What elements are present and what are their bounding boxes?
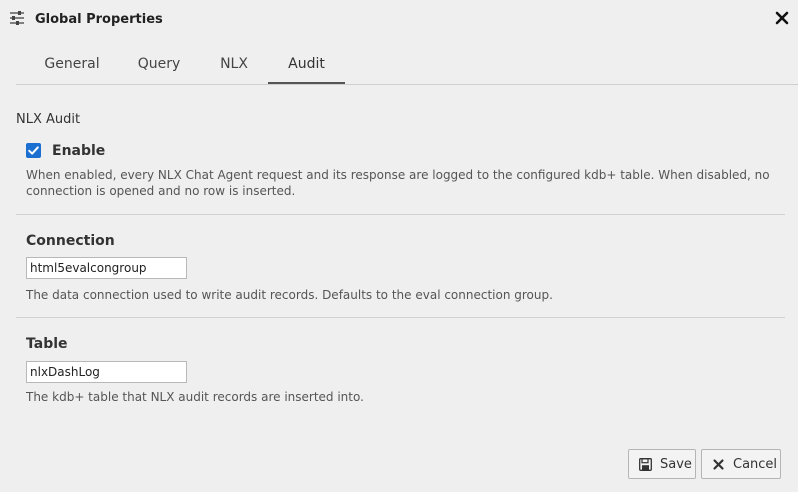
- table-input[interactable]: [26, 361, 187, 383]
- connection-label: Connection: [26, 233, 115, 249]
- save-button-label: Save: [660, 457, 692, 472]
- tab-bar: General Query NLX Audit: [16, 45, 798, 85]
- tab-audit[interactable]: Audit: [268, 45, 345, 84]
- dialog-title: Global Properties: [35, 12, 163, 27]
- dialog-titlebar: Global Properties: [0, 0, 798, 40]
- tab-query[interactable]: Query: [128, 45, 190, 84]
- table-description: The kdb+ table that NLX audit records ar…: [26, 390, 364, 404]
- global-properties-dialog: Global Properties General Query NLX Audi…: [0, 0, 798, 492]
- connection-input[interactable]: [26, 257, 187, 279]
- section-divider: [16, 214, 785, 215]
- enable-label[interactable]: Enable: [52, 143, 105, 159]
- enable-checkbox[interactable]: [26, 143, 41, 158]
- sliders-icon: [9, 10, 25, 25]
- section-heading: NLX Audit: [16, 112, 81, 127]
- connection-description: The data connection used to write audit …: [26, 288, 553, 302]
- cancel-button-label: Cancel: [733, 457, 778, 472]
- close-icon[interactable]: [774, 10, 790, 26]
- cancel-button[interactable]: Cancel: [701, 449, 781, 479]
- tab-bar-divider: [16, 84, 798, 85]
- section-divider: [16, 317, 785, 318]
- tab-general[interactable]: General: [16, 45, 128, 84]
- save-icon: [639, 458, 652, 471]
- tab-nlx[interactable]: NLX: [210, 45, 258, 84]
- enable-description: When enabled, every NLX Chat Agent reque…: [26, 168, 770, 198]
- save-button[interactable]: Save: [628, 449, 696, 479]
- close-icon: [712, 458, 725, 471]
- table-label: Table: [26, 336, 68, 352]
